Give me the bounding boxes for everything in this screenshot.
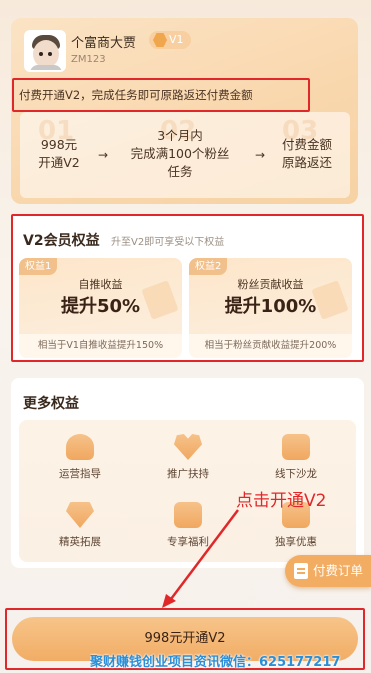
step-2: 3个月内 完成满100个粉丝 任务: [115, 127, 245, 181]
step-1-line-2: 开通V2: [38, 155, 80, 170]
benefit-name: 粉丝贡献收益: [237, 278, 304, 291]
refund-notice: 付费开通V2，完成任务即可原路返还付费金额: [12, 78, 310, 112]
group-icon: [282, 434, 310, 460]
grid-item-offline-salon[interactable]: 线下沙龙: [251, 434, 341, 481]
section-title: 更多权益: [23, 396, 79, 412]
step-3: 付费金额 原路返还: [270, 136, 344, 172]
arrow-right-icon: →: [255, 148, 266, 162]
grid-item-label: 运营指导: [59, 468, 101, 480]
benefit-tag: 权益1: [19, 258, 58, 275]
grid-item-label: 独享优惠: [275, 536, 317, 548]
step-1-line-1: 998元: [40, 137, 78, 152]
document-icon: [294, 563, 308, 579]
task-steps: 01 02 03 998元 开通V2 → 3个月内 完成满100个粉丝 任务 →…: [20, 112, 350, 198]
step-3-line-1: 付费金额: [281, 137, 332, 152]
paid-orders-button[interactable]: 付费订单: [285, 555, 371, 587]
level-hexagon-icon: [153, 33, 167, 47]
benefit-note: 相当于粉丝贡献收益提升200%: [189, 334, 352, 358]
benefit-card[interactable]: 权益2 粉丝贡献收益 提升100% 相当于粉丝贡献收益提升200%: [189, 258, 352, 358]
benefit-card[interactable]: 权益1 自推收益 提升50% 相当于V1自推收益提升150%: [19, 258, 182, 358]
grid-item-label: 专享福利: [167, 536, 209, 548]
step-2-line-1: 3个月内: [157, 128, 203, 143]
step-2-line-3: 任务: [167, 164, 193, 179]
benefit-tag: 权益2: [189, 258, 228, 275]
annotation-label: 点击开通V2: [236, 491, 327, 511]
grid-item-elite-expansion[interactable]: 精英拓展: [35, 502, 125, 549]
grid-item-promotion-support[interactable]: 推广扶持: [143, 434, 233, 481]
heart-icon: [174, 434, 202, 460]
grid-item-label: 推广扶持: [167, 468, 209, 480]
step-3-line-2: 原路返还: [281, 155, 332, 170]
benefit-name: 自推收益: [78, 278, 123, 291]
grid-item-label: 精英拓展: [59, 536, 101, 548]
benefit-value: 提升50%: [60, 296, 141, 317]
more-rights-section: 更多权益 运营指导 推广扶持 线下沙龙 精英拓展 专享福利 独享优惠: [11, 378, 364, 568]
step-2-line-2: 完成满100个粉丝: [130, 146, 230, 161]
user-name: 个富商大贾: [71, 36, 137, 51]
level-badge: V1: [149, 31, 191, 49]
benefit-value: 提升100%: [224, 296, 317, 317]
avatar[interactable]: [24, 30, 66, 72]
grid-item-exclusive-welfare[interactable]: 专享福利: [143, 502, 233, 549]
section-title: V2会员权益: [23, 233, 100, 249]
grid-item-operation-guide[interactable]: 运营指导: [35, 434, 125, 481]
step-1: 998元 开通V2: [24, 136, 94, 172]
level-label: V1: [169, 33, 184, 46]
arrow-right-icon: →: [98, 148, 109, 162]
section-subtitle: 升至V2即可享受以下权益: [111, 237, 225, 248]
grid-item-label: 线下沙龙: [275, 468, 317, 480]
person-icon: [66, 434, 94, 460]
watermark-text: 聚财赚钱创业项目资讯微信：625177217: [90, 655, 341, 670]
v2-rights-section: V2会员权益 升至V2即可享受以下权益 权益1 自推收益 提升50% 相当于V1…: [11, 214, 364, 362]
gift-icon: [174, 502, 202, 528]
gem-icon: [66, 502, 94, 528]
benefit-note: 相当于V1自推收益提升150%: [19, 334, 182, 358]
paid-orders-label: 付费订单: [313, 563, 364, 578]
user-id: ZM123: [71, 54, 106, 65]
